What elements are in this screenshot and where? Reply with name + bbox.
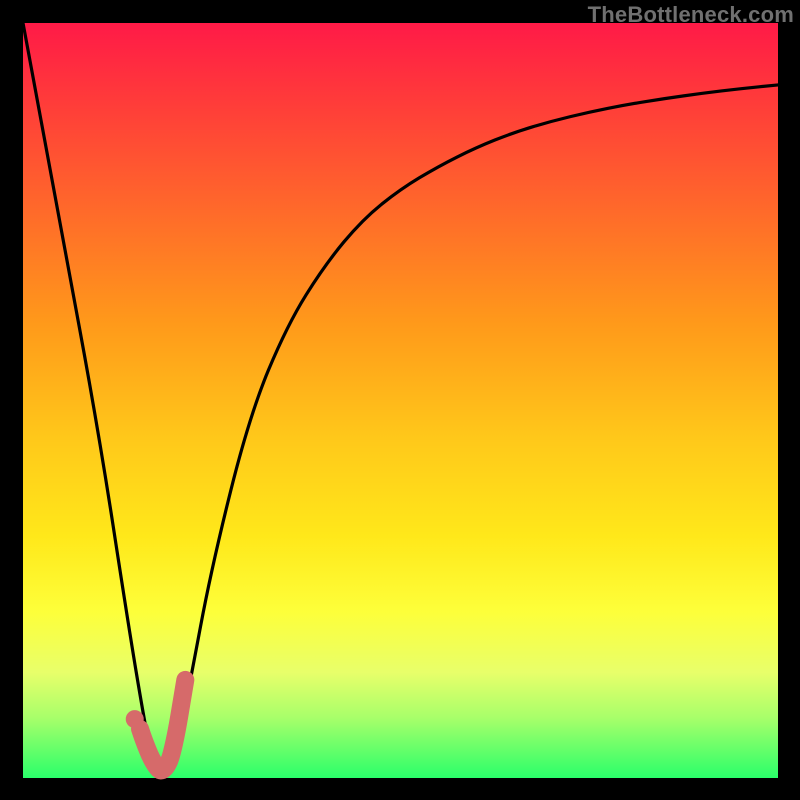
- highlight-dot: [126, 710, 144, 728]
- plot-area: [23, 23, 778, 778]
- chart-svg: [23, 23, 778, 778]
- highlight-j-path: [140, 680, 185, 771]
- bottleneck-curve-path: [23, 23, 778, 775]
- chart-frame: TheBottleneck.com: [0, 0, 800, 800]
